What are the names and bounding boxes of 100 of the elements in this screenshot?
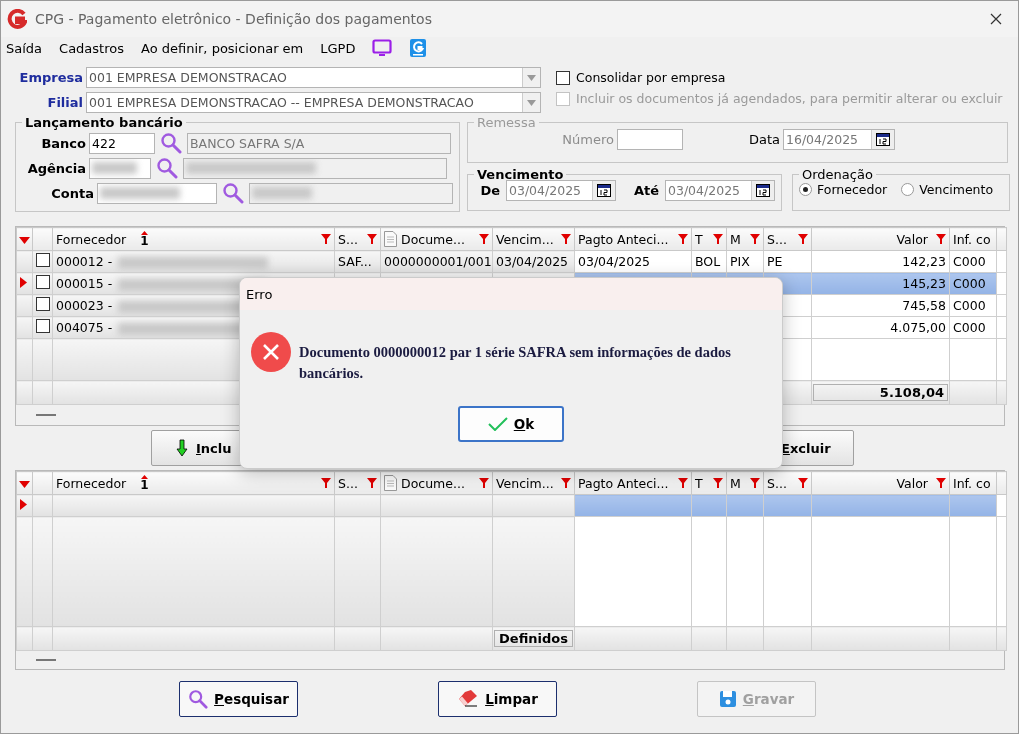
table-cell: 004075 -	[56, 320, 113, 335]
filter-icon[interactable]	[479, 234, 489, 244]
input-field[interactable]	[97, 182, 217, 204]
close-icon[interactable]	[990, 13, 1002, 25]
app-logo-icon	[7, 9, 27, 29]
filter-icon[interactable]	[561, 478, 571, 488]
table-cell: 145,23	[902, 276, 946, 291]
table-cell: 03/04/2025	[578, 254, 651, 269]
filter-icon[interactable]	[750, 234, 760, 244]
menu-item[interactable]: Saída	[6, 40, 43, 56]
date-field[interactable]: 03/04/2025	[506, 180, 616, 201]
filter-icon[interactable]	[321, 234, 331, 244]
field-label: Até	[632, 183, 660, 198]
column-header[interactable]: T	[695, 475, 703, 491]
search-icon[interactable]	[160, 132, 182, 154]
row-checkbox[interactable]	[36, 319, 50, 333]
app-logo-icon[interactable]	[409, 38, 428, 58]
table-cell: BOL	[695, 254, 721, 269]
radio-button[interactable]	[901, 183, 915, 196]
filter-icon[interactable]	[750, 478, 760, 488]
document-icon	[384, 475, 397, 491]
minus-icon[interactable]	[36, 413, 56, 417]
row-header[interactable]	[16, 272, 33, 295]
calendar-button[interactable]	[751, 181, 774, 200]
menu-item[interactable]: Cadastros	[59, 40, 124, 56]
filter-icon[interactable]	[367, 234, 377, 244]
menu-caret-icon[interactable]	[19, 480, 30, 488]
row-pointer-icon	[20, 277, 27, 288]
input-field[interactable]: 422	[89, 132, 155, 154]
checkbox[interactable]	[556, 70, 570, 85]
field-label: Conta	[50, 185, 95, 201]
filter-icon[interactable]	[936, 478, 946, 488]
column-header[interactable]: Valor	[896, 231, 928, 247]
calendar-button[interactable]	[871, 130, 894, 149]
row-checkbox[interactable]	[36, 253, 50, 267]
input-field[interactable]	[617, 129, 683, 150]
eraser-icon	[457, 690, 480, 708]
dropdown-caret-icon[interactable]	[527, 74, 536, 81]
filter-icon[interactable]	[367, 478, 377, 488]
search-icon[interactable]	[188, 689, 209, 709]
action-button[interactable]: Pesquisar	[179, 681, 298, 717]
column-header[interactable]: M	[730, 475, 741, 491]
filter-icon[interactable]	[713, 234, 723, 244]
menu-item[interactable]: LGPD	[320, 40, 356, 56]
error-icon	[251, 332, 291, 372]
column-header[interactable]: M	[730, 231, 741, 247]
error-message: Documento 0000000012 par 1 série SAFRA sem informações de dados bancários.	[299, 343, 732, 383]
dialog-title: Erro	[246, 286, 273, 302]
date-field[interactable]: 03/04/2025	[665, 180, 775, 201]
monitor-icon[interactable]	[372, 39, 393, 57]
dropdown-caret-icon[interactable]	[527, 99, 536, 106]
table-cell: SAF...	[338, 254, 372, 269]
column-header[interactable]: Valor	[896, 475, 928, 491]
sort-order: 1	[140, 235, 149, 247]
field-label: Filial	[46, 95, 84, 110]
dropdown-field[interactable]: 001 EMPRESA DEMONSTRACAO	[86, 67, 541, 88]
menu-item[interactable]: Ao definir, posicionar em	[141, 40, 304, 56]
filter-icon[interactable]	[798, 478, 808, 488]
row-checkbox[interactable]	[36, 275, 50, 289]
table-cell: 000023 -	[56, 298, 113, 313]
dropdown-field[interactable]: 001 EMPRESA DEMONSTRACAO -- EMPRESA DEMONSTRACAO	[86, 92, 541, 113]
input-field[interactable]	[89, 157, 151, 179]
total-value: 5.108,04	[813, 384, 948, 401]
radio-label: Vencimento	[919, 182, 994, 197]
column-header[interactable]: T	[695, 231, 703, 247]
action-button[interactable]: Limpar	[438, 681, 557, 717]
sort-order: 1	[140, 479, 149, 491]
minus-icon[interactable]	[36, 658, 56, 662]
checkbox-label: Consolidar por empresa	[576, 70, 726, 85]
radio-label: Fornecedor	[817, 182, 888, 197]
row-header[interactable]	[16, 494, 33, 517]
column-header[interactable]: Fornecedor	[56, 231, 127, 247]
filter-icon[interactable]	[479, 478, 489, 488]
input-field: BANCO SAFRA S/A	[187, 132, 451, 154]
filter-icon[interactable]	[561, 234, 571, 244]
search-icon[interactable]	[222, 182, 244, 204]
menu-caret-icon[interactable]	[19, 236, 30, 244]
calendar-button[interactable]	[592, 181, 615, 200]
table-cell: 03/04/2025	[496, 254, 569, 269]
down-arrow-icon	[176, 439, 188, 457]
radio-button[interactable]	[799, 183, 812, 196]
table-cell: C000	[953, 276, 986, 291]
filter-icon[interactable]	[713, 478, 723, 488]
filter-icon[interactable]	[678, 234, 688, 244]
table-cell: PE	[767, 254, 783, 269]
filter-icon[interactable]	[321, 478, 331, 488]
row-checkbox[interactable]	[36, 297, 50, 311]
search-icon[interactable]	[156, 157, 178, 179]
table-cell: C000	[953, 298, 986, 313]
ok-button[interactable]: Ok	[458, 406, 564, 442]
table-cell: 000012 -	[56, 254, 113, 269]
group-title: Ordenação	[801, 167, 874, 182]
group-title: Lançamento bancário	[24, 115, 184, 130]
table-cell: 142,23	[902, 254, 946, 269]
filter-icon[interactable]	[678, 478, 688, 488]
column-header[interactable]: Fornecedor	[56, 475, 127, 491]
table-cell: 4.075,00	[890, 320, 946, 335]
table-cell: 000015 -	[56, 276, 113, 291]
filter-icon[interactable]	[936, 234, 946, 244]
filter-icon[interactable]	[798, 234, 808, 244]
